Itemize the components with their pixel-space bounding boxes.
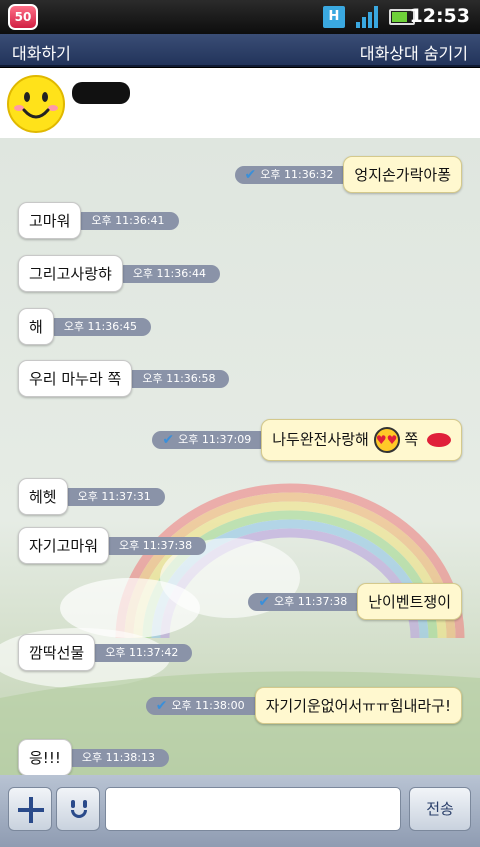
message-bubble[interactable]: 응!!! xyxy=(18,739,72,775)
heart-eyes-emoji-icon: ♥♥ xyxy=(373,427,400,453)
message-bubble[interactable]: 자기기운없어서ㅠㅠ힘내라구! xyxy=(254,687,462,724)
message-time: 오후 11:37:31 xyxy=(59,487,165,506)
message-bubble[interactable]: 엉지손가락아퐁 xyxy=(343,156,462,193)
message-bubble[interactable]: 그리고사랑햐 xyxy=(18,255,123,292)
emoticon-icon-eye xyxy=(83,800,87,808)
message-row: 그리고사랑햐 오후 11:36:44 xyxy=(18,255,220,292)
lips-emoji-icon xyxy=(427,433,451,447)
message-time: 오후 11:36:45 xyxy=(45,317,151,336)
message-time: 오후 11:38:13 xyxy=(63,748,169,767)
attach-plus-button[interactable] xyxy=(8,787,52,831)
notification-badge-icon[interactable]: 50 xyxy=(8,4,38,30)
message-bubble[interactable]: 고마워 xyxy=(18,202,82,239)
chat-area[interactable]: ✔ 오후 11:36:32 엉지손가락아퐁 고마워 오후 11:36:41 그리고… xyxy=(0,138,480,775)
message-time: ✔ 오후 11:36:32 xyxy=(234,165,352,184)
message-row: 자기고마워 오후 11:37:38 xyxy=(18,527,207,564)
emoticon-icon xyxy=(71,800,75,808)
message-bubble[interactable]: 난이벤트쟁이 xyxy=(357,583,462,620)
message-row: ✔ 오후 11:38:00 자기기운없어서ㅠㅠ힘내라구! xyxy=(145,687,462,724)
read-check-icon: ✔ xyxy=(162,432,175,448)
read-check-icon: ✔ xyxy=(258,593,271,610)
message-bubble[interactable]: 깜딱선물 xyxy=(18,634,96,671)
read-check-icon: ✔ xyxy=(244,166,257,183)
status-clock: 12:53 xyxy=(409,5,470,27)
message-time: 오후 11:36:58 xyxy=(124,369,230,388)
title-bar: 대화하기 대화상대 숨기기 xyxy=(0,34,480,67)
input-bar: 전송 xyxy=(0,775,480,847)
message-row: 고마워 오후 11:36:41 xyxy=(18,202,179,239)
message-text: 나두완전사랑해 xyxy=(272,430,369,449)
status-bar: 50 H 12:53 xyxy=(0,0,480,34)
message-row: 헤헷 오후 11:37:31 xyxy=(18,478,165,515)
hide-contact-button[interactable]: 대화상대 숨기기 xyxy=(360,40,468,64)
emoticon-icon-mouth xyxy=(71,810,87,818)
message-row: 우리 마누라 쪽 오후 11:36:58 xyxy=(18,360,230,397)
message-row: 응!!! 오후 11:38:13 xyxy=(18,739,169,775)
message-bubble[interactable]: 해 xyxy=(18,308,54,345)
message-row: ✔ 오후 11:36:32 엉지손가락아퐁 xyxy=(234,156,462,193)
message-time: 오후 11:36:44 xyxy=(114,264,220,283)
message-time: ✔ 오후 11:38:00 xyxy=(145,696,263,715)
network-type-icon: H xyxy=(323,6,345,28)
message-row: ✔ 오후 11:37:09 나두완전사랑해 ♥♥ 쪽 xyxy=(152,419,462,461)
message-bubble[interactable]: 헤헷 xyxy=(18,478,68,515)
page-title: 대화하기 xyxy=(12,44,71,63)
message-input[interactable] xyxy=(105,787,401,831)
message-bubble[interactable]: 우리 마누라 쪽 xyxy=(18,360,133,397)
message-time: 오후 11:37:38 xyxy=(101,536,207,555)
signal-strength-icon xyxy=(356,6,380,28)
message-bubble[interactable]: 자기고마워 xyxy=(18,527,110,564)
avatar[interactable] xyxy=(6,74,66,134)
message-time: 오후 11:36:41 xyxy=(73,211,179,230)
read-check-icon: ✔ xyxy=(155,697,168,714)
message-bubble[interactable]: 나두완전사랑해 ♥♥ 쪽 xyxy=(261,419,462,461)
message-time: 오후 11:37:42 xyxy=(87,643,193,662)
message-row: ✔ 오후 11:37:38 난이벤트쟁이 xyxy=(248,583,462,620)
message-row: 깜딱선물 오후 11:37:42 xyxy=(18,634,193,671)
contact-profile xyxy=(0,68,480,138)
contact-name-redacted xyxy=(72,82,130,104)
message-text-suffix: 쪽 xyxy=(404,430,419,449)
emoticon-button[interactable] xyxy=(56,787,100,831)
message-time: ✔ 오후 11:37:38 xyxy=(248,592,366,611)
message-row: 해 오후 11:36:45 xyxy=(18,308,151,345)
send-button[interactable]: 전송 xyxy=(409,787,471,831)
message-time: ✔ 오후 11:37:09 xyxy=(152,431,270,449)
